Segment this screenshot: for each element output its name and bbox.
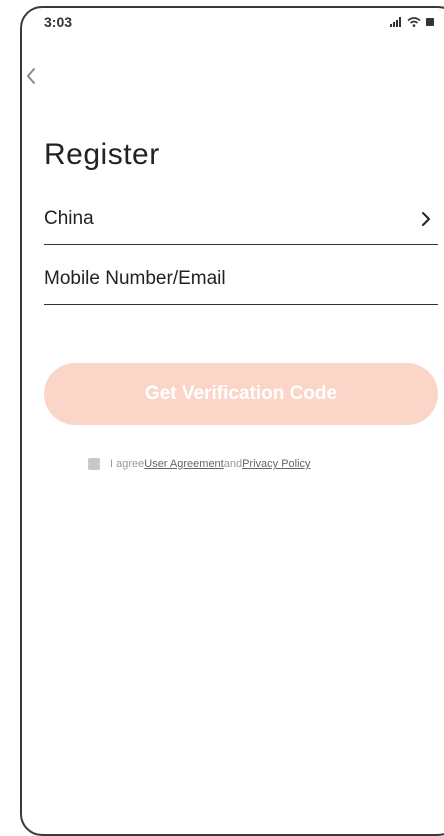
page-title: Register xyxy=(44,138,160,171)
agreement-checkbox[interactable] xyxy=(88,458,100,470)
battery-icon xyxy=(426,14,436,32)
agreement-row: I agree User Agreement and Privacy Polic… xyxy=(88,458,311,470)
chevron-right-icon xyxy=(420,210,432,234)
country-value: China xyxy=(44,208,94,229)
mobile-email-field[interactable]: Mobile Number/Email xyxy=(44,258,438,305)
chevron-left-icon xyxy=(24,68,38,90)
status-icons xyxy=(390,14,436,32)
wifi-icon xyxy=(407,14,421,32)
user-agreement-link[interactable]: User Agreement xyxy=(144,458,223,470)
country-selector[interactable]: China xyxy=(44,200,438,245)
agreement-prefix: I agree xyxy=(110,458,145,470)
status-time: 3:03 xyxy=(44,14,73,30)
signal-icon xyxy=(390,14,402,32)
get-verification-code-button[interactable]: Get Verification Code xyxy=(44,363,438,425)
back-button[interactable] xyxy=(24,66,44,86)
privacy-policy-link[interactable]: Privacy Policy xyxy=(242,458,310,470)
mobile-email-placeholder: Mobile Number/Email xyxy=(44,268,226,289)
agreement-conjunction: and xyxy=(223,458,243,470)
